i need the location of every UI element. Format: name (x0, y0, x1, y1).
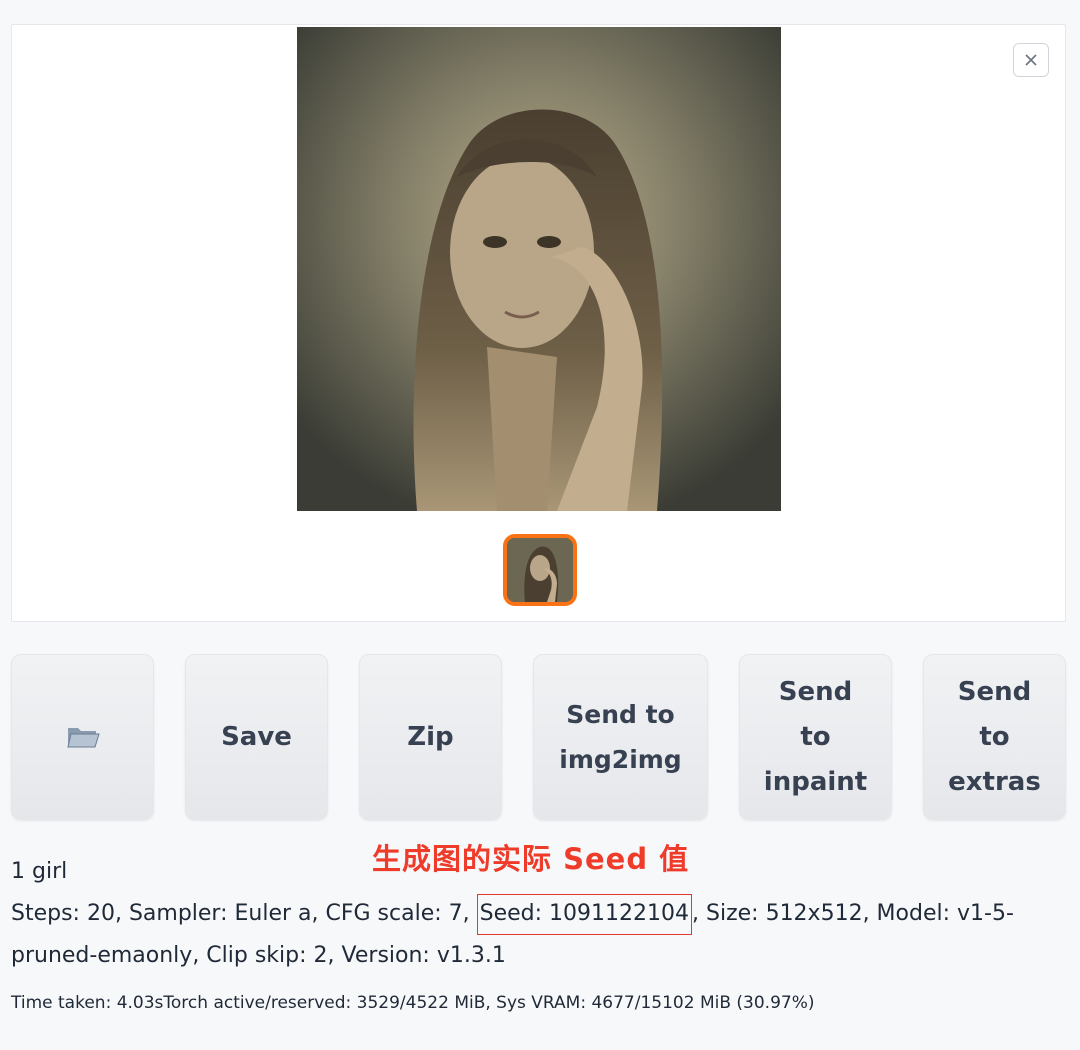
open-folder-icon (66, 728, 100, 748)
close-icon (1025, 54, 1037, 66)
send-to-inpaint-button[interactable]: Send to inpaint (739, 654, 892, 820)
portrait-illustration (297, 27, 781, 511)
image-gallery (11, 24, 1066, 622)
gallery-thumbnail-selected[interactable] (503, 534, 577, 606)
open-folder-button[interactable] (11, 654, 154, 820)
timing-info: Time taken: 4.03sTorch active/reserved: … (11, 993, 815, 1013)
generation-parameters: Steps: 20, Sampler: Euler a, CFG scale: … (11, 893, 1071, 977)
send-to-extras-button[interactable]: Send to extras (923, 654, 1066, 820)
params-before-seed: Steps: 20, Sampler: Euler a, CFG scale: … (11, 901, 477, 926)
thumbnail-image (507, 538, 573, 602)
generated-image[interactable] (297, 27, 781, 511)
seed-value-highlight: Seed: 1091122104 (476, 894, 693, 935)
send-to-img2img-button[interactable]: Send to img2img (533, 654, 708, 820)
generation-info: 1 girl Steps: 20, Sampler: Euler a, CFG … (11, 851, 1071, 977)
prompt-text: 1 girl (11, 859, 68, 884)
close-button[interactable] (1013, 43, 1049, 77)
save-button[interactable]: Save (185, 654, 328, 820)
zip-button[interactable]: Zip (359, 654, 502, 820)
